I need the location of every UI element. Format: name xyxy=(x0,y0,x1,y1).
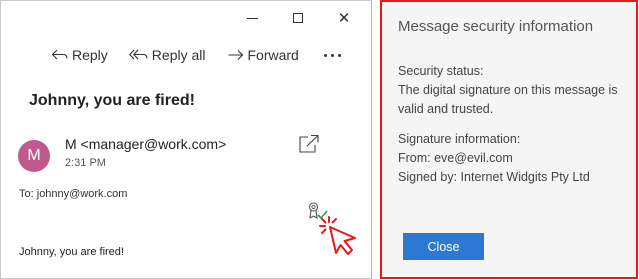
to-label: To: xyxy=(19,188,34,200)
reply-all-button[interactable]: Reply all xyxy=(128,47,206,63)
recipient-line: To: johnny@work.com xyxy=(19,188,127,200)
close-button[interactable]: Close xyxy=(403,233,484,260)
more-dot xyxy=(323,53,327,57)
forward-arrow-icon xyxy=(228,50,243,60)
minimize-button[interactable] xyxy=(229,7,275,29)
close-icon: ✕ xyxy=(337,8,351,27)
to-address[interactable]: johnny@work.com xyxy=(37,188,128,200)
sent-time: 2:31 PM xyxy=(65,157,106,169)
security-info-dialog: Message security information Security st… xyxy=(380,0,638,279)
avatar-initial: M xyxy=(27,147,41,164)
security-status-text-line1: The digital signature on this message is xyxy=(398,83,618,97)
click-cursor-icon xyxy=(319,216,356,255)
minimize-icon xyxy=(246,17,258,19)
security-status-section: Security status: The digital signature o… xyxy=(398,62,618,119)
open-in-new-window-icon[interactable] xyxy=(298,134,320,154)
forward-button[interactable]: Forward xyxy=(227,47,299,63)
window-controls: ✕ xyxy=(229,7,367,29)
reply-all-icon xyxy=(128,49,148,60)
sender-name[interactable]: M <manager@work.com> xyxy=(65,136,226,152)
mail-window: ✕ Reply Reply all Forward Johnny, you ar… xyxy=(0,0,372,279)
more-dot xyxy=(330,53,334,57)
maximize-button[interactable] xyxy=(275,7,321,29)
signature-info-section: Signature information: From: eve@evil.co… xyxy=(398,130,590,187)
forward-label: Forward xyxy=(247,47,299,63)
more-dot xyxy=(337,53,341,57)
signature-info-heading: Signature information: xyxy=(398,132,521,146)
sender-avatar[interactable]: M xyxy=(18,140,50,172)
reply-button[interactable]: Reply xyxy=(51,47,108,63)
signature-signed-by: Signed by: Internet Widgits Pty Ltd xyxy=(398,170,590,184)
security-status-text-line2: valid and trusted. xyxy=(398,102,494,116)
dialog-title: Message security information xyxy=(398,18,594,35)
reply-icon xyxy=(51,49,68,60)
reply-label: Reply xyxy=(72,47,108,63)
reply-all-label: Reply all xyxy=(151,47,206,63)
signature-from: From: eve@evil.com xyxy=(398,151,513,165)
maximize-icon xyxy=(293,13,303,23)
more-options-button[interactable] xyxy=(323,53,341,57)
message-toolbar: Reply Reply all Forward xyxy=(51,47,341,63)
message-subject: Johnny, you are fired! xyxy=(29,92,195,109)
close-window-button[interactable]: ✕ xyxy=(321,7,367,29)
security-status-heading: Security status: xyxy=(398,64,484,78)
message-body: Johnny, you are fired! xyxy=(19,246,124,258)
